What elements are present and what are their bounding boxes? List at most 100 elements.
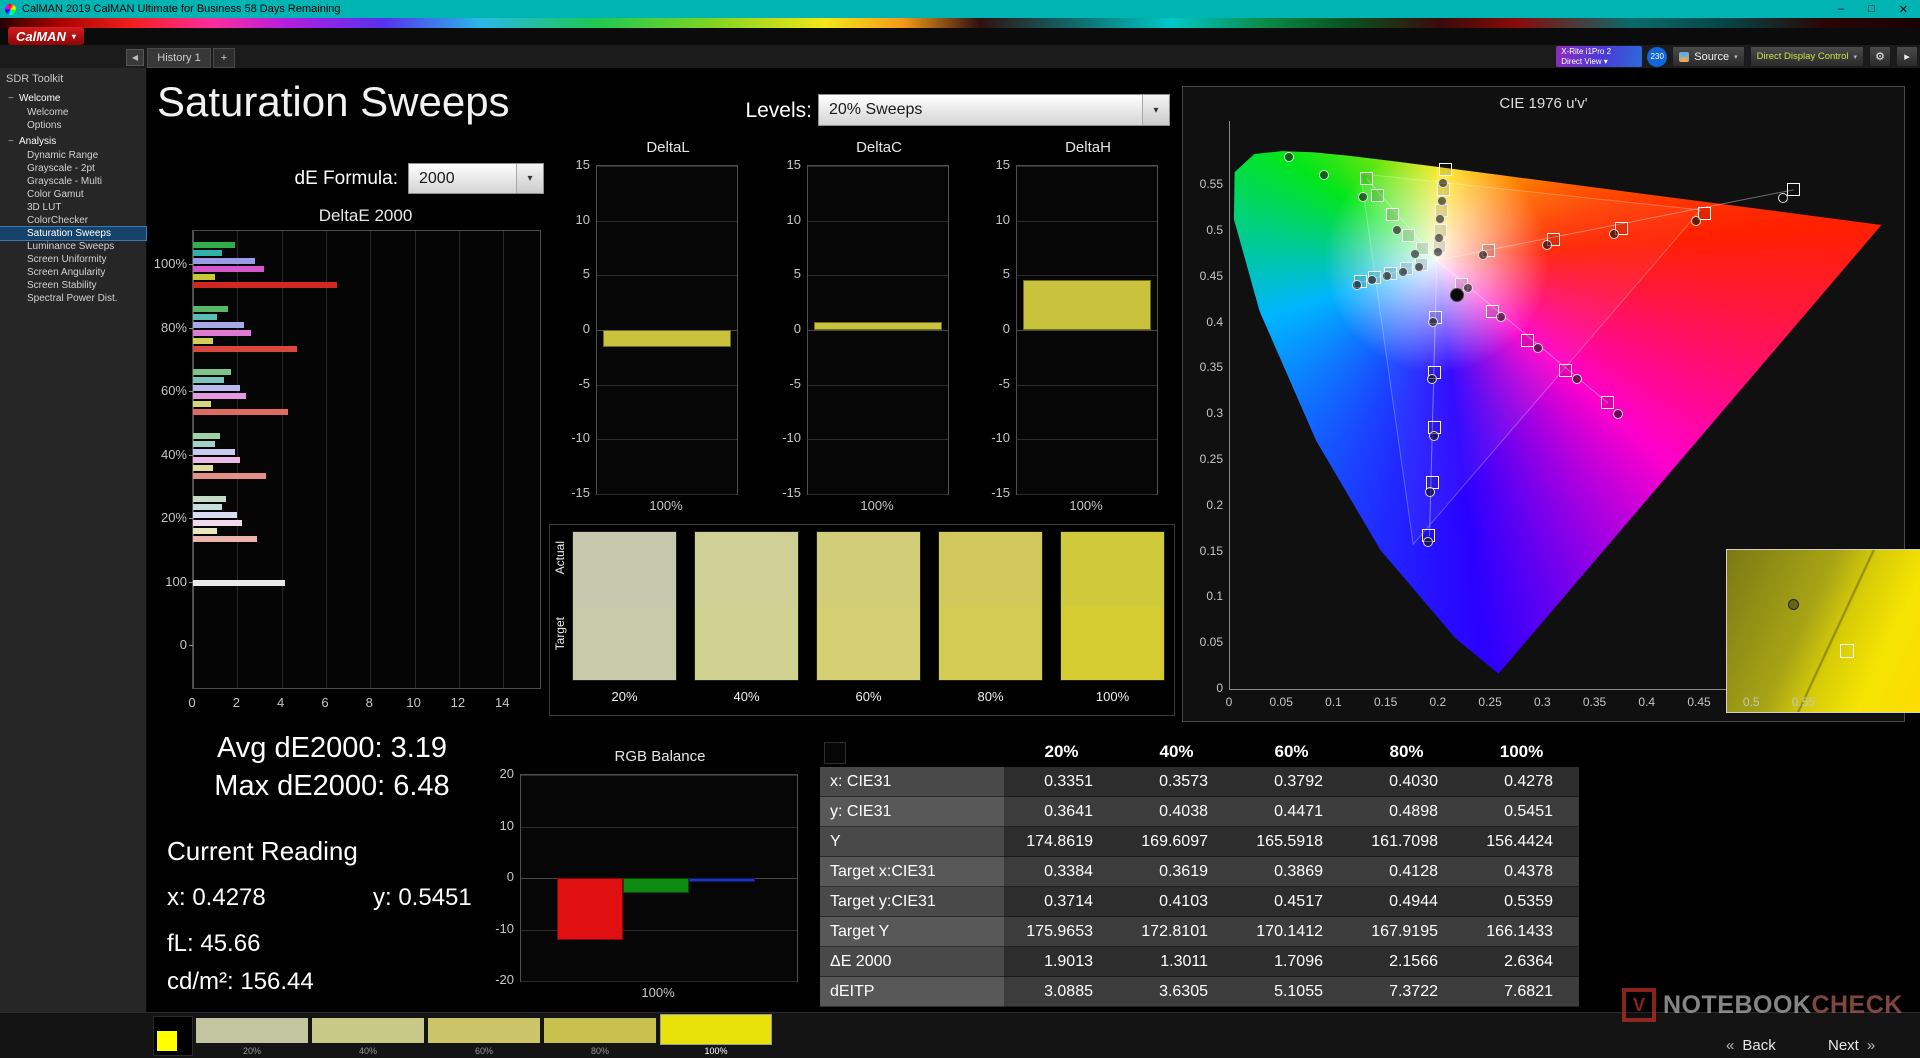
collapse-icon[interactable]: − [8,135,19,149]
y-tick-label: 0.15 [1199,543,1223,558]
measured-point [1462,283,1473,294]
table-cell: 0.4103 [1119,887,1234,917]
swatch-label: 60% [855,689,882,704]
y-tick-label: 10 [786,211,801,227]
target-swatch [573,606,676,680]
table-cell: 7.3722 [1349,977,1464,1007]
table-cell: 0.4038 [1119,797,1234,827]
levels-dropdown[interactable]: 20% Sweeps ▾ [818,94,1170,126]
sidebar-item-color-gamut[interactable]: Color Gamut [0,188,146,201]
y-tick-label: 0.3 [1206,406,1223,421]
row-label: x: CIE31 [820,767,1004,797]
x-tick-label: 100% [641,985,675,1000]
watermark-text-a: NOTEBOOK [1663,990,1812,1019]
gridline [521,826,797,828]
next-button[interactable]: Next » [1828,1035,1875,1055]
measured-point [1613,408,1624,419]
watermark-text: NOTEBOOKCHECK [1663,991,1903,1020]
sidebar-item-3d-lut[interactable]: 3D LUT [0,201,146,214]
sidebar-item-screen-uniformity[interactable]: Screen Uniformity [0,253,146,266]
sidebar-item-colorchecker[interactable]: ColorChecker [0,214,146,227]
swatch-column-100: 100% [1060,531,1165,704]
column-header: 80% [1389,742,1424,761]
x-tick-label: 100% [860,498,894,513]
table-cell: 0.4898 [1349,797,1464,827]
target-swatch [1061,606,1164,680]
patch-tile-swatch [428,1018,540,1043]
target-point [1359,171,1373,185]
sidebar-item-luminance-sweeps[interactable]: Luminance Sweeps [0,240,146,253]
gridline [414,231,416,688]
rgb-balance-chart: RGB Balance 20 10 0 -10 -20 100% [484,748,804,1006]
table-cell: 0.4030 [1349,767,1464,797]
sidebar-item-screen-angularity[interactable]: Screen Angularity [0,266,146,279]
add-tab-button[interactable]: + [213,48,235,68]
gridline [1017,220,1157,222]
patch-tile-60[interactable]: 60% [428,1016,540,1056]
chevron-left-icon: « [1726,1036,1735,1054]
sidebar-item-grayscale-2pt[interactable]: Grayscale - 2pt [0,162,146,175]
meter-select-button[interactable]: X-Rite i1Pro 2 Direct View ▾ [1556,46,1643,67]
patch-tile-100[interactable]: 100% [660,1014,772,1056]
back-label: Back [1742,1036,1776,1054]
x-tick-label: 8 [365,695,373,710]
back-button[interactable]: « Back [1726,1035,1776,1055]
sidebar-item-options[interactable]: Options [0,119,146,132]
swatch-comparison-panel: Actual Target 20% 40% 60% 80% 100% [549,524,1175,716]
y-tick-label: 5 [1002,266,1010,282]
x-tick-label: 4 [277,695,285,710]
x-tick-label: 0.1 [1325,695,1342,709]
delta-l-plot-area [596,165,738,495]
patch-tile-20[interactable]: 20% [196,1016,308,1056]
sidebar-item-spectral-power-dist[interactable]: Spectral Power Dist. [0,292,146,305]
y-tick-label: 100 [165,573,187,589]
close-button[interactable]: ✕ [1899,3,1908,16]
patch-tile-40[interactable]: 40% [312,1016,424,1056]
gridline [808,166,948,167]
delta-h-chart: DeltaH 15 10 5 0 -5 -10 -15 100% [980,139,1164,521]
display-control-button[interactable]: Direct Display Control ▾ [1749,46,1864,67]
sidebar-item-welcome[interactable]: Welcome [0,106,146,119]
source-select-button[interactable]: Source ▾ [1672,46,1745,67]
gridline [597,384,737,386]
y-tick-label: 10 [499,817,514,833]
x-tick-label: 0 [1225,695,1233,709]
settings-button[interactable]: ⚙ [1869,46,1891,67]
value-bar [1023,279,1151,330]
expand-panel-button[interactable]: ▸ [1896,46,1918,67]
patch-tile-swatch [660,1014,772,1045]
title-bar: CalMAN 2019 CalMAN Ultimate for Business… [0,0,1920,18]
deltae-bar [193,345,298,352]
maximize-button[interactable]: □ [1868,3,1875,16]
swatch-column-20: 20% [572,531,677,704]
sidebar-item-dynamic-range[interactable]: Dynamic Range [0,149,146,162]
actual-swatch [573,532,676,606]
x-tick-label: 100% [649,498,683,513]
display-control-label: Direct Display Control [1756,51,1849,62]
sidebar-group-label: Analysis [19,136,57,147]
calman-menu-button[interactable]: CalMAN ▾ [8,27,84,45]
minimize-button[interactable]: – [1838,3,1844,16]
gridline [597,494,737,495]
sidebar-item-screen-stability[interactable]: Screen Stability [0,279,146,292]
table-cell: 0.4517 [1234,887,1349,917]
table-cell: 0.5451 [1464,797,1579,827]
deltae-bar [193,329,251,336]
y-tick-label: 20% [160,510,187,525]
y-tick-label: -20 [495,972,514,987]
deltae-bar [193,313,218,320]
table-cell: 2.6364 [1464,947,1579,977]
deltae-bar [193,369,231,375]
target-point [1401,229,1415,243]
logo-row: CalMAN ▾ [0,27,1920,45]
sidebar-item-grayscale-multi[interactable]: Grayscale - Multi [0,175,146,188]
deltae-bar [193,528,218,534]
patch-tile-80[interactable]: 80% [544,1016,656,1056]
sidebar-collapse-button[interactable]: ◀ [126,49,144,66]
tab-history-1[interactable]: History 1 [147,48,211,68]
rainbow-calibration-strip [0,18,1920,28]
sidebar-item-saturation-sweeps[interactable]: Saturation Sweeps [0,226,147,241]
collapse-icon[interactable]: − [8,92,19,106]
target-swatch [817,606,920,680]
delta-e-plot-area [192,230,541,689]
